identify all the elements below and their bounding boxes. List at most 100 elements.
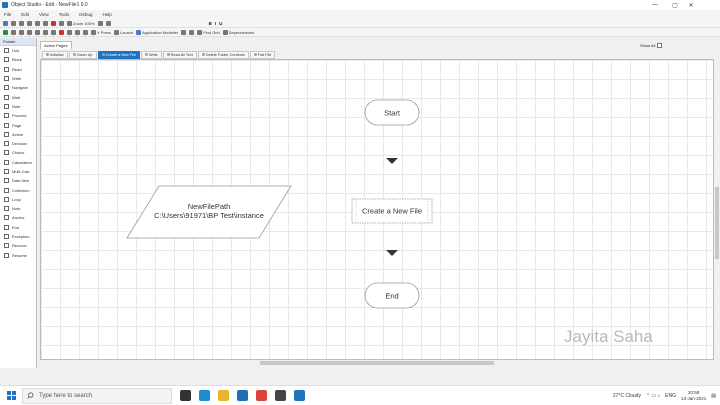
x-button[interactable]: X Press xyxy=(91,29,111,35)
show-all-checkbox[interactable] xyxy=(657,42,663,48)
delete-button[interactable] xyxy=(51,20,56,26)
sidebar-item-multi-calc[interactable]: Multi Calc xyxy=(0,167,36,176)
sidebar-item-write[interactable]: Write xyxy=(0,74,36,83)
tab-label: Write xyxy=(148,52,158,57)
tab-delete-folder-contents[interactable]: Delete Folder Contents xyxy=(197,50,249,59)
tab-read-all-text[interactable]: Read All Text xyxy=(162,50,197,59)
arrow-button[interactable] xyxy=(83,29,88,35)
sidebar-item-wait[interactable]: Wait xyxy=(0,92,36,101)
edge-icon[interactable] xyxy=(199,390,210,401)
stop-button[interactable] xyxy=(19,29,24,35)
sidebar-item-decision[interactable]: Decision xyxy=(0,139,36,148)
grid-button[interactable] xyxy=(189,29,195,35)
tab-action-pages[interactable]: Action Pages xyxy=(40,41,72,49)
menu-help[interactable]: Help xyxy=(103,12,112,17)
step-out-button[interactable] xyxy=(43,29,48,35)
chrome-icon[interactable] xyxy=(256,390,267,401)
redo-button[interactable] xyxy=(19,20,24,26)
process-canvas[interactable]: Start NewFilePath C:\Users\91971\BP Test… xyxy=(40,59,714,360)
menu-debug[interactable]: Debug xyxy=(79,12,92,17)
sidebar-item-read[interactable]: Read xyxy=(0,65,36,74)
action-stage-create-file[interactable]: Create a New File xyxy=(351,198,433,224)
tab-clean-up[interactable]: Clean Up xyxy=(68,50,97,59)
zoom-out-button[interactable] xyxy=(105,20,111,26)
end-stage[interactable]: End xyxy=(364,282,420,309)
zoom-button[interactable]: Zoom 100% xyxy=(67,20,95,26)
bold-button[interactable]: B xyxy=(209,21,212,26)
pause-button[interactable] xyxy=(11,29,16,35)
app-modeller-button[interactable]: Application Modeller xyxy=(136,29,178,35)
sidebar-item-end[interactable]: End xyxy=(0,223,36,232)
horizontal-scrollbar[interactable] xyxy=(40,360,714,366)
copy-button[interactable] xyxy=(35,20,40,26)
minimize-button[interactable]: — xyxy=(646,0,664,10)
vertical-scrollbar[interactable] xyxy=(714,59,720,360)
sidebar-item-block[interactable]: Block xyxy=(0,55,36,64)
sidebar-item-exception[interactable]: Exception xyxy=(0,232,36,241)
tab-write[interactable]: Write xyxy=(140,50,162,59)
close-button[interactable]: ✕ xyxy=(682,0,700,10)
paste-button[interactable] xyxy=(43,20,48,26)
tab-create-a-new-file[interactable]: Create a New File xyxy=(97,50,140,59)
dependencies-button[interactable]: Dependencies xyxy=(222,29,254,35)
sidebar-item-resume[interactable]: Resume xyxy=(0,251,36,260)
start-stage[interactable]: Start xyxy=(364,99,420,126)
tray-icons[interactable]: ⌃ ▭ ♪ xyxy=(646,393,660,399)
explorer-icon[interactable] xyxy=(218,390,229,401)
weather-status[interactable]: 27°C Cloudy xyxy=(613,393,641,399)
launch-button[interactable]: Launch xyxy=(114,29,133,35)
menu-file[interactable]: File xyxy=(4,12,11,17)
sidebar-item-calculation[interactable]: Calculation xyxy=(0,158,36,167)
save-button[interactable] xyxy=(3,20,8,26)
mail-icon[interactable] xyxy=(237,390,248,401)
data-item-value: C:\Users\91971\BP Test\instance xyxy=(154,211,264,220)
tab-flat-file[interactable]: Flat File xyxy=(249,50,276,59)
language-indicator[interactable]: ENG xyxy=(665,393,676,399)
sidebar-pointer[interactable]: Pointer xyxy=(0,38,36,46)
sidebar-item-note[interactable]: Note xyxy=(0,204,36,213)
horizontal-scroll-thumb[interactable] xyxy=(260,361,494,365)
store-icon[interactable] xyxy=(275,390,286,401)
start-button[interactable] xyxy=(0,386,22,405)
undo-button[interactable] xyxy=(11,20,16,26)
sidebar-item-note[interactable]: Note xyxy=(0,102,36,111)
sidebar-item-choice[interactable]: Choice xyxy=(0,148,36,157)
process-icon xyxy=(75,29,80,35)
clock[interactable]: 20:58 13-Jan-2021 xyxy=(681,390,706,402)
show-all-toggle[interactable]: Show All xyxy=(640,41,663,49)
sidebar-item-page[interactable]: Page xyxy=(0,120,36,129)
cut-button[interactable] xyxy=(27,20,32,26)
sidebar-item-loop[interactable]: Loop xyxy=(0,195,36,204)
sidebar-item-recover[interactable]: Recover xyxy=(0,241,36,250)
menu-tools[interactable]: Tools xyxy=(59,12,70,17)
data-item-newfilepath[interactable]: NewFilePath C:\Users\91971\BP Test\insta… xyxy=(126,185,292,239)
step-button[interactable] xyxy=(27,29,32,35)
play-button[interactable] xyxy=(3,29,8,35)
reset-button[interactable] xyxy=(51,29,56,35)
sidebar-item-navigate[interactable]: Navigate xyxy=(0,83,36,92)
step-over-button[interactable] xyxy=(35,29,40,35)
zoom-in-button[interactable] xyxy=(97,20,103,26)
menu-view[interactable]: View xyxy=(39,12,49,17)
validate-button[interactable] xyxy=(67,29,72,35)
process-button[interactable] xyxy=(75,29,80,35)
menu-edit[interactable]: Edit xyxy=(21,12,29,17)
sidebar-item-collection[interactable]: Collection xyxy=(0,185,36,194)
task-view-icon[interactable] xyxy=(180,390,191,401)
sidebar-item-anchor[interactable]: Anchor xyxy=(0,213,36,222)
vertical-scroll-thumb[interactable] xyxy=(715,187,719,259)
sidebar-item-link[interactable]: Link xyxy=(0,46,36,55)
blueprism-icon[interactable] xyxy=(294,390,305,401)
search-button[interactable]: Find Grid xyxy=(197,29,220,35)
find-button[interactable] xyxy=(59,20,64,26)
breakpoint-button[interactable] xyxy=(59,29,64,35)
underline-button[interactable]: U xyxy=(219,21,222,26)
italic-button[interactable]: I xyxy=(215,21,216,26)
link-button[interactable] xyxy=(181,29,187,35)
taskbar-search[interactable]: Type here to search xyxy=(22,387,172,404)
tab-initialise[interactable]: Initialise xyxy=(42,50,68,59)
sidebar-item-action[interactable]: Action xyxy=(0,130,36,139)
sidebar-item-process[interactable]: Process xyxy=(0,111,36,120)
sidebar-item-data-item[interactable]: Data Item xyxy=(0,176,36,185)
notifications-icon[interactable]: ▤ xyxy=(711,393,716,399)
